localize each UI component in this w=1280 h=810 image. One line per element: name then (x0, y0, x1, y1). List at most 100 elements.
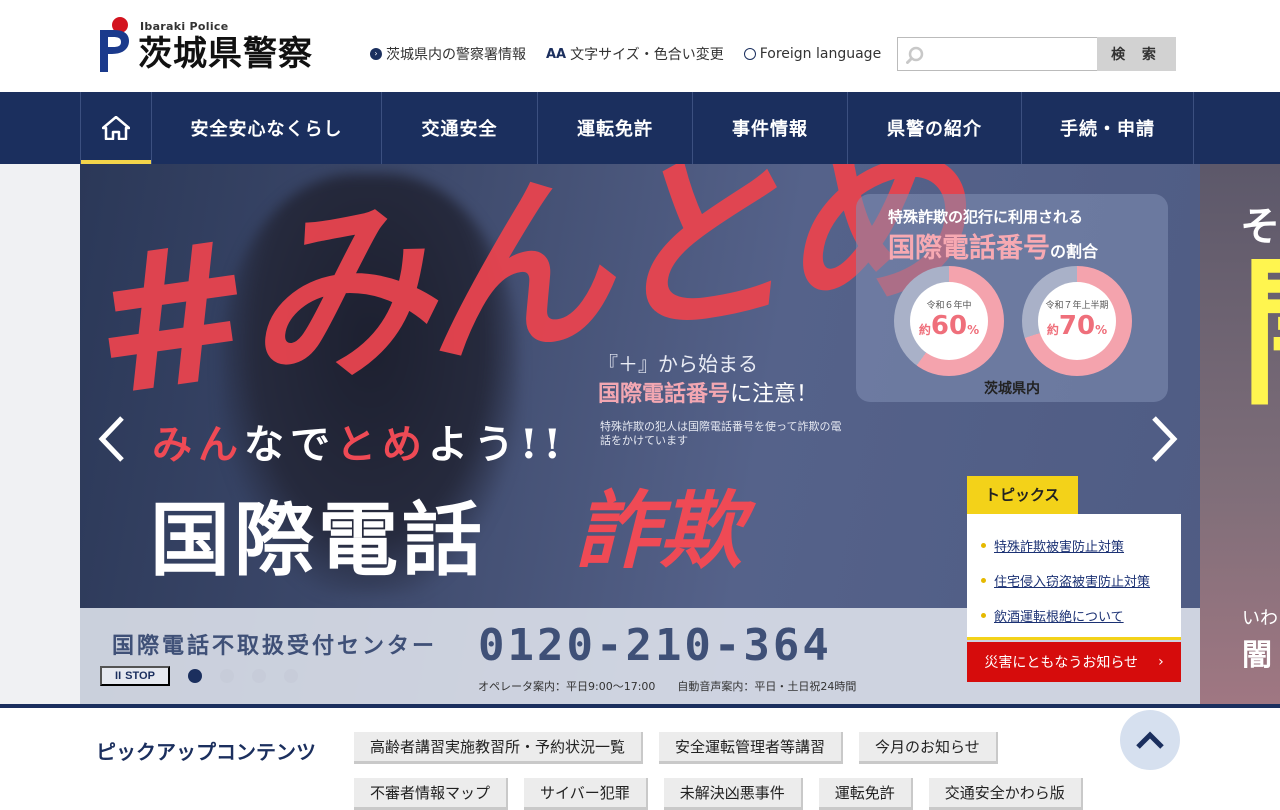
foreign-language-link[interactable]: Foreign language (743, 44, 881, 64)
stat-footer: 茨城県内 (984, 381, 1040, 397)
search-button[interactable]: 検 索 (1097, 37, 1176, 71)
carousel-dot[interactable] (220, 669, 234, 683)
donut-number: 60 (930, 311, 968, 341)
slogan-line: みんなでとめよう!! (152, 412, 567, 470)
pickup-button[interactable]: サイバー犯罪 (524, 778, 648, 810)
site-logo[interactable]: Ibaraki Police 茨城県警察 (98, 16, 338, 76)
pause-icon: II (115, 670, 122, 682)
pickup-button[interactable]: 未解決凶悪事件 (663, 778, 803, 810)
slogan-part-4: と (336, 421, 382, 468)
header-links: › 茨城県内の警察署情報 AA 文字サイズ・色合い変更 Foreign lang… (370, 44, 881, 64)
donut-unit: % (1095, 323, 1108, 337)
search-input[interactable] (898, 38, 1097, 70)
nav-safe-living[interactable]: 安全安心なくらし (151, 92, 381, 164)
main-title: 国際電話 (150, 493, 486, 587)
carousel-slide-next-preview[interactable]: そ 闇 いわ 闇 (1200, 164, 1280, 704)
topic-link[interactable]: 特殊詐欺被害防止対策 (981, 528, 1171, 563)
topic-link[interactable]: 住宅侵入窃盗被害防止対策 (981, 563, 1171, 598)
site-search: 検 索 (897, 37, 1176, 71)
hashtag-headline: #みんとめ (80, 164, 971, 440)
caution-line: 国際電話番号に注意！ (598, 376, 818, 408)
chevron-right-icon (1152, 416, 1178, 462)
donut-prefix: 約 (1046, 323, 1059, 337)
police-station-info-label: 茨城県内の警察署情報 (386, 47, 526, 63)
nav-drivers-license[interactable]: 運転免許 (537, 92, 692, 164)
donut-value: 約60% (910, 311, 988, 345)
next-slide-text-3: いわ (1242, 608, 1278, 629)
donut-number: 70 (1058, 311, 1096, 341)
carousel-next-button[interactable] (1150, 414, 1180, 477)
text-size-color-link[interactable]: AA 文字サイズ・色合い変更 (546, 44, 724, 64)
pickup-button[interactable]: 交通安全かわら版 (928, 778, 1083, 810)
text-size-icon: AA (546, 46, 567, 62)
disaster-notice-button[interactable]: 災害にともなうお知らせ › (967, 642, 1181, 682)
stat-title-1: 特殊詐欺の犯行に利用される (888, 208, 1084, 226)
donut-prefix: 約 (918, 323, 931, 337)
chevron-up-icon (1136, 731, 1164, 749)
donut-center: 令和７年上半期 約70% (1038, 282, 1116, 360)
next-slide-text-4: 闇 (1242, 638, 1272, 673)
donut-chart-r7: 令和７年上半期 約70% (1022, 266, 1132, 376)
home-icon (102, 116, 130, 140)
carousel-slide-active[interactable]: #みんとめ みんなでとめよう!! 国際電話 詐欺 『＋』から始まる 国際電話番号… (80, 164, 1200, 704)
stat-title-2-main: 国際電話番号 (888, 233, 1050, 264)
donut-label: 令和７年上半期 (1045, 301, 1109, 311)
stat-panel: 特殊詐欺の犯行に利用される 国際電話番号の割合 令和６年中 約60% 令和７年上… (856, 194, 1168, 402)
globe-icon (743, 48, 756, 60)
stat-title-2-suffix: の割合 (1050, 242, 1099, 261)
nav-about-police[interactable]: 県警の紹介 (847, 92, 1021, 164)
police-logo-mark-icon (100, 17, 129, 72)
caution-note: 特殊詐欺の犯人は国際電話番号を使って詐欺の電話をかけています (600, 420, 842, 447)
pickup-button[interactable]: 不審者情報マップ (354, 778, 509, 810)
bullet-icon (981, 543, 986, 548)
logo-english: Ibaraki Police (140, 20, 229, 33)
hero-carousel: #みんとめ みんなでとめよう!! 国際電話 詐欺 『＋』から始まる 国際電話番号… (0, 164, 1280, 704)
topic-link[interactable]: 飲酒運転根絶について (981, 598, 1171, 633)
site-header: Ibaraki Police 茨城県警察 › 茨城県内の警察署情報 AA 文字サ… (0, 0, 1280, 92)
topics-tab: トピックス (967, 476, 1078, 514)
slogan-part-5: め (382, 421, 428, 468)
donut-center: 令和６年中 約60% (910, 282, 988, 360)
slogan-part-3: なで (244, 421, 336, 468)
caution-rest: に注意！ (730, 382, 819, 407)
nav-home[interactable] (80, 92, 151, 164)
donut-chart-r6: 令和６年中 約60% (894, 266, 1004, 376)
main-title-red: 詐欺 (575, 481, 744, 580)
bullet-icon (981, 578, 986, 583)
carousel-dot[interactable] (252, 669, 266, 683)
pickup-button[interactable]: 今月のお知らせ (859, 732, 998, 764)
slogan-part-2: ん (198, 421, 244, 468)
back-to-top-button[interactable] (1120, 710, 1180, 770)
donut-value: 約70% (1038, 311, 1116, 345)
topic-label: 住宅侵入窃盗被害防止対策 (994, 575, 1151, 590)
chevron-left-icon (98, 416, 124, 462)
plus-number-line: 『＋』から始まる (598, 352, 758, 376)
hero-divider (0, 704, 1280, 708)
slogan-part-6: よう!! (428, 421, 568, 468)
slogan-part-1: み (152, 421, 198, 468)
pickup-button[interactable]: 高齢者講習実施教習所・予約状況一覧 (354, 732, 644, 764)
next-slide-text-2: 闇 (1240, 254, 1280, 414)
nav-traffic-safety[interactable]: 交通安全 (381, 92, 537, 164)
hotline-phone-number: 0120-210-364 (478, 620, 832, 671)
nav-incident-info[interactable]: 事件情報 (692, 92, 847, 164)
stat-title-2: 国際電話番号の割合 (888, 226, 1098, 265)
carousel-prev-button[interactable] (96, 414, 126, 477)
topics-box: トピックス 特殊詐欺被害防止対策 住宅侵入窃盗被害防止対策 飲酒運転根絶について (967, 476, 1181, 637)
caution-highlight: 国際電話番号 (598, 382, 731, 407)
donut-unit: % (967, 323, 980, 337)
pickup-button[interactable]: 安全運転管理者等講習 (659, 732, 844, 764)
chevron-right-icon: › (1158, 654, 1164, 670)
police-station-info-link[interactable]: › 茨城県内の警察署情報 (370, 44, 526, 64)
nav-procedures[interactable]: 手続・申請 (1021, 92, 1194, 164)
carousel-dot[interactable] (188, 669, 202, 683)
disaster-notice-label: 災害にともなうお知らせ (984, 655, 1139, 671)
carousel-stop-button[interactable]: II STOP (100, 666, 170, 686)
donut-label: 令和６年中 (926, 301, 972, 311)
pickup-button[interactable]: 運転免許 (818, 778, 913, 810)
carousel-dots (188, 669, 298, 683)
carousel-dot[interactable] (284, 669, 298, 683)
text-size-color-label: 文字サイズ・色合い変更 (570, 47, 724, 63)
bullet-icon (981, 613, 986, 618)
stop-label: STOP (125, 670, 155, 682)
